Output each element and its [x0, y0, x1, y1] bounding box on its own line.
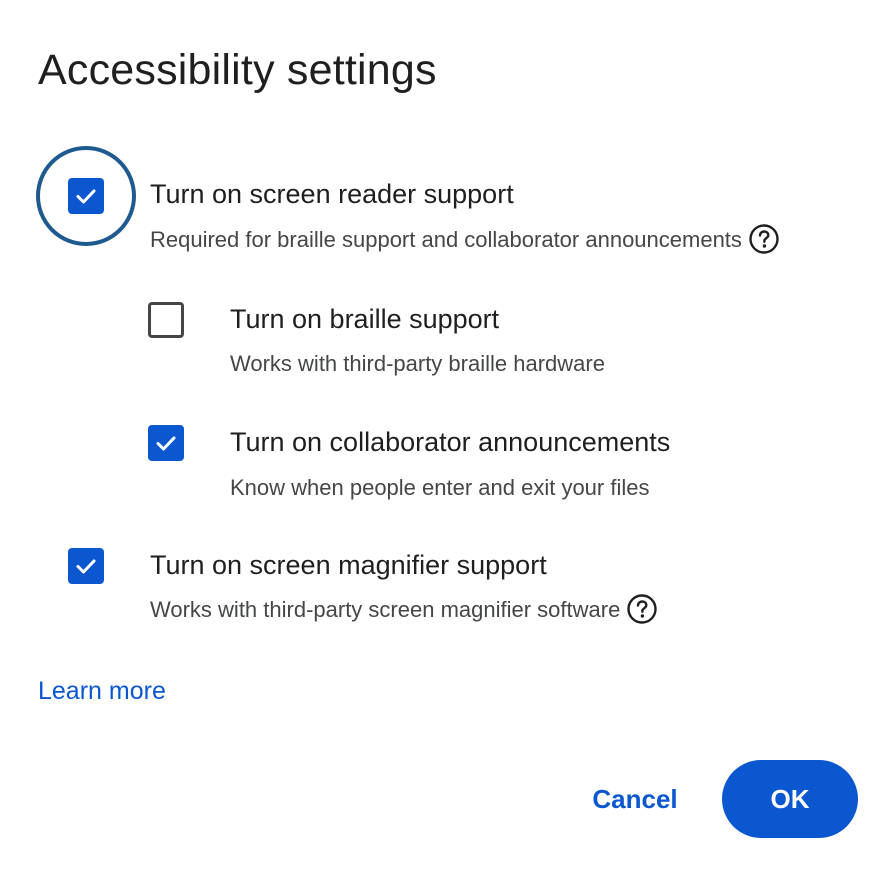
check-icon	[156, 436, 176, 451]
collaborator-label[interactable]: Turn on collaborator announcements	[230, 424, 670, 460]
braille-checkbox[interactable]	[148, 302, 184, 338]
braille-label[interactable]: Turn on braille support	[230, 301, 499, 337]
screen-reader-description-text: Required for braille support and collabo…	[150, 227, 742, 252]
check-icon	[76, 189, 96, 204]
screen-reader-description: Required for braille support and collabo…	[150, 223, 780, 255]
collaborator-description: Know when people enter and exit your fil…	[230, 475, 650, 500]
accessibility-dialog: Accessibility settings Turn on screen re…	[0, 0, 888, 870]
magnifier-checkbox[interactable]	[68, 548, 104, 584]
learn-more-link[interactable]: Learn more	[38, 674, 166, 708]
dialog-title: Accessibility settings	[38, 46, 437, 94]
help-circle-icon[interactable]	[748, 223, 780, 255]
cancel-button[interactable]: Cancel	[574, 760, 696, 838]
screen-reader-label[interactable]: Turn on screen reader support	[150, 176, 514, 212]
magnifier-description: Works with third-party screen magnifier …	[150, 593, 658, 625]
magnifier-description-text: Works with third-party screen magnifier …	[150, 597, 621, 622]
check-icon	[76, 559, 96, 574]
screen-reader-checkbox[interactable]	[68, 178, 104, 214]
braille-description: Works with third-party braille hardware	[230, 351, 605, 376]
ok-button[interactable]: OK	[722, 760, 858, 838]
magnifier-label[interactable]: Turn on screen magnifier support	[150, 547, 547, 583]
collaborator-checkbox[interactable]	[148, 425, 184, 461]
help-circle-icon[interactable]	[626, 593, 658, 625]
